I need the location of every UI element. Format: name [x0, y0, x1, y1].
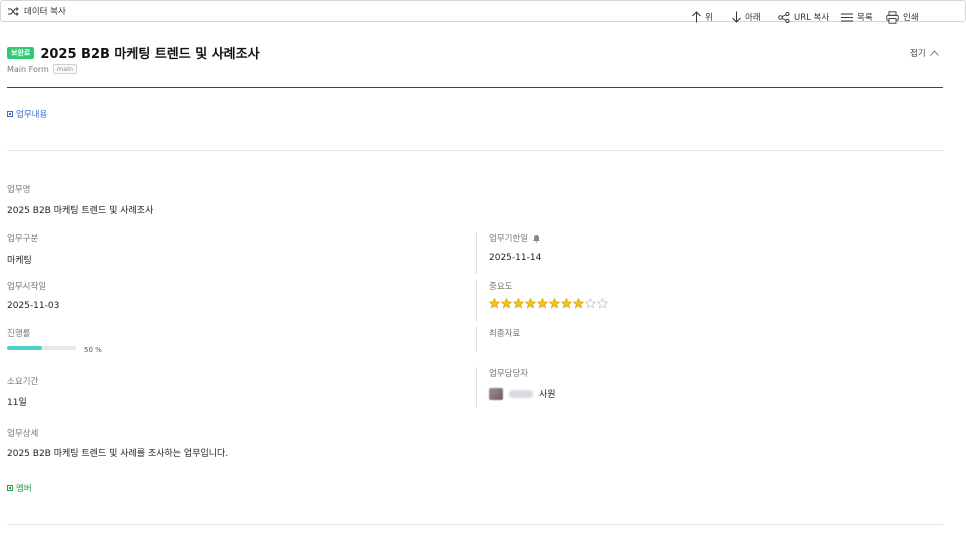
print-button[interactable]: 인쇄	[886, 7, 919, 27]
progress-fill	[7, 346, 42, 350]
due-date-value: 2025-11-14	[489, 253, 542, 263]
printer-icon	[886, 10, 899, 24]
page-title: 2025 B2B 마케팅 트렌드 및 사례조사	[40, 47, 260, 62]
section-content-label: 업무내용	[16, 110, 48, 120]
owner-row: 사원	[489, 387, 556, 400]
task-name-label: 업무명	[7, 185, 31, 195]
form-tag: main	[52, 64, 78, 74]
section-member-label: 멤버	[16, 484, 32, 494]
importance-rating	[489, 298, 608, 309]
star-filled-icon	[501, 298, 512, 309]
progress-bar	[7, 346, 76, 350]
print-label: 인쇄	[903, 13, 919, 23]
avatar	[489, 387, 503, 400]
importance-label: 중요도	[489, 282, 513, 292]
section-square-icon	[7, 111, 13, 117]
share-icon	[778, 11, 790, 23]
section-member-link[interactable]: 멤버	[7, 482, 32, 494]
column-divider	[476, 232, 477, 274]
start-date-label: 업무시작일	[7, 282, 47, 292]
progress-label: 진행률	[7, 329, 31, 339]
collapse-label: 접기	[910, 49, 926, 59]
shuffle-icon	[8, 6, 19, 16]
arrow-up-icon	[692, 11, 701, 23]
url-copy-button[interactable]: URL 복사	[778, 7, 829, 27]
url-copy-label: URL 복사	[794, 13, 830, 23]
star-empty-icon	[585, 298, 596, 309]
page-header: 보완료 2025 B2B 마케팅 트렌드 및 사례조사	[7, 43, 260, 62]
member-square-icon	[7, 485, 13, 491]
star-filled-icon	[561, 298, 572, 309]
column-divider	[476, 367, 477, 407]
due-date-label: 업무기한일	[489, 234, 529, 244]
up-button[interactable]: 위	[692, 7, 713, 27]
star-filled-icon	[489, 298, 500, 309]
final-material-label: 최종자료	[489, 329, 521, 339]
section-content-link[interactable]: 업무내용	[7, 108, 47, 120]
detail-value: 2025 B2B 마케팅 트렌드 및 사례를 조사하는 업무입니다.	[7, 449, 229, 459]
owner-name-blurred	[509, 389, 533, 398]
section-divider	[7, 150, 943, 151]
data-copy-label: 데이터 복사	[24, 7, 66, 17]
progress-value: 50 %	[84, 346, 102, 354]
due-date-label-row: 업무기한일	[489, 232, 541, 244]
star-filled-icon	[525, 298, 536, 309]
down-button[interactable]: 아래	[732, 7, 761, 27]
star-filled-icon	[537, 298, 548, 309]
bell-icon	[533, 234, 541, 243]
owner-role: 사원	[539, 390, 556, 400]
owner-label: 업무담당자	[489, 369, 529, 379]
form-info: Main Form main	[7, 64, 78, 74]
detail-label: 업무상세	[7, 429, 39, 439]
duration-value: 11일	[7, 398, 27, 408]
list-label: 목록	[857, 13, 873, 23]
form-name: Main Form	[7, 64, 49, 74]
category-value: 마케팅	[7, 256, 32, 266]
task-name-value: 2025 B2B 마케팅 트렌드 및 사례조사	[7, 206, 154, 216]
header-divider	[7, 87, 943, 88]
chevron-up-icon	[929, 50, 939, 56]
list-button[interactable]: 목록	[841, 7, 873, 27]
up-label: 위	[705, 13, 713, 23]
column-divider	[476, 280, 477, 322]
bottom-divider	[7, 524, 943, 525]
duration-label: 소요기간	[7, 377, 39, 387]
collapse-button[interactable]: 접기	[910, 47, 939, 59]
arrow-down-icon	[732, 11, 741, 23]
menu-icon	[841, 13, 853, 21]
down-label: 아래	[745, 13, 761, 23]
status-badge: 보완료	[7, 46, 35, 59]
star-empty-icon	[597, 298, 608, 309]
star-filled-icon	[573, 298, 584, 309]
star-filled-icon	[513, 298, 524, 309]
start-date-value: 2025-11-03	[7, 301, 60, 311]
star-filled-icon	[549, 298, 560, 309]
category-label: 업무구분	[7, 234, 39, 244]
column-divider	[476, 327, 477, 352]
